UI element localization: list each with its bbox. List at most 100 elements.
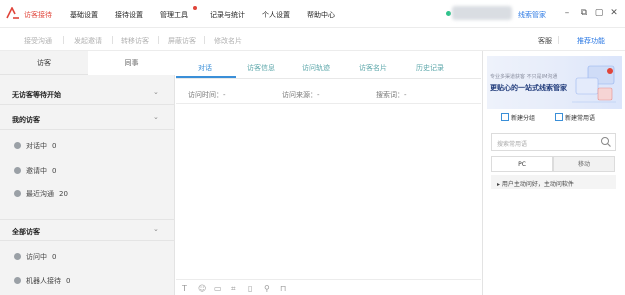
toolbar-divider [158,36,159,44]
image-icon[interactable]: ▭ [214,284,222,293]
chevron-down-icon[interactable]: ⌄ [153,88,163,98]
my-visitors-section-header[interactable]: 我的访客 ⌄ [0,108,175,130]
accept-conversation-button[interactable]: 接受沟通 [24,36,52,46]
all-visitors-section-header[interactable]: 全部访客 ⌄ [0,219,175,241]
visitor-row-inviting[interactable]: 邀请中 0 [14,166,56,178]
visitor-row-robot[interactable]: 机器人接待 0 [14,276,70,288]
recommended-features-link[interactable]: 推荐功能 [577,36,605,46]
new-group-label: 新建分组 [511,115,536,122]
device-tabs: PC 移动 [491,156,616,172]
row-count: 0 [52,253,57,261]
all-visitors-title: 全部访客 [12,228,40,236]
block-visitor-button[interactable]: 屏蔽访客 [168,36,196,46]
search-placeholder: 搜索常用语 [497,141,528,148]
row-count: 0 [52,167,57,175]
tab-mobile[interactable]: 移动 [553,156,615,172]
visitor-row-recent[interactable]: 最近沟通 20 [14,189,68,201]
tab-pc[interactable]: PC [491,156,553,172]
my-visitors-title: 我的访客 [12,116,40,124]
row-label: 机器人接待 [26,277,61,285]
online-status-dot [446,11,451,16]
nav-reception-settings[interactable]: 接待设置 [115,10,143,20]
new-group-button[interactable]: 新建分组 [501,113,535,122]
action-toolbar: 接受沟通 发起邀请 转移访客 屏蔽访客 修改名片 客服 推荐功能 [0,28,625,51]
row-label: 对话中 [26,142,47,150]
nav-basic-settings[interactable]: 基础设置 [70,10,98,20]
toolbar-divider [558,36,559,44]
tab-divider [176,78,481,79]
maximize-icon[interactable]: ▢ [593,7,605,19]
nav-help-center[interactable]: 帮助中心 [307,10,335,20]
tab-visitor-info[interactable]: 访客信息 [247,63,275,73]
nav-personal-settings[interactable]: 个人设置 [262,10,290,20]
banner-title: 更贴心的一站式线索管家 [490,84,567,92]
lead-manager-link[interactable]: 线索管家 [518,10,546,20]
row-count: 0 [66,277,71,285]
invite-status-icon [14,167,21,174]
add-phrase-icon [555,113,563,121]
chevron-down-icon[interactable]: ⌄ [153,113,163,123]
chat-status-icon [14,142,21,149]
send-invite-button[interactable]: 发起邀请 [74,36,102,46]
customer-service-button[interactable]: 客服 [538,36,552,46]
toolbar-divider [112,36,113,44]
row-label: 访问中 [26,253,47,261]
user-account-blurred[interactable] [452,6,512,20]
restore-icon[interactable]: ⧉ [578,7,590,19]
tab-dialogue[interactable]: 对话 [198,63,212,73]
notification-dot [193,6,197,10]
transfer-visitor-button[interactable]: 转移访客 [121,36,149,46]
tab-visit-track[interactable]: 访问轨迹 [302,63,330,73]
quick-reply-panel: 专业多渠道获客 不只是IM沟通 更贴心的一站式线索管家 新建分组 新建常用语 搜… [482,51,625,295]
location-icon[interactable]: ⚲ [264,284,270,293]
row-label: 最近沟通 [26,190,54,198]
row-label: 邀请中 [26,167,47,175]
filter-divider [176,103,481,104]
robot-status-icon [14,277,21,284]
close-icon[interactable]: ✕ [608,7,620,19]
top-nav-bar: 访客接待 基础设置 接待设置 管理工具 记录与统计 个人设置 帮助中心 线索管家… [0,0,625,28]
tab-visitor-card[interactable]: 访客名片 [359,63,387,73]
visit-source-filter: 访问来源：- [282,91,320,99]
visitor-row-in-chat[interactable]: 对话中 0 [14,141,56,153]
banner-illustration-icon [572,65,616,103]
waiting-section-title: 无访客等待开始 [12,91,61,99]
search-term-filter: 搜索词：- [376,91,407,99]
phrase-search-input[interactable]: 搜索常用语 [491,133,616,151]
nav-management-tools[interactable]: 管理工具 [160,10,188,20]
phrase-list-item[interactable]: ▸ 用户主动问好，主动问软件 [491,175,616,189]
edit-card-button[interactable]: 修改名片 [214,36,242,46]
visit-time-filter: 访问时间：- [188,91,226,99]
waiting-section-header[interactable]: 无访客等待开始 ⌄ [0,83,175,105]
row-count: 20 [59,190,68,198]
app-logo-icon [6,7,19,19]
visiting-status-icon [14,253,21,260]
promo-banner[interactable]: 专业多渠道获客 不只是IM沟通 更贴心的一站式线索管家 [487,56,622,109]
row-count: 0 [52,142,57,150]
chevron-down-icon[interactable]: ⌄ [153,225,163,235]
minimize-icon[interactable]: – [561,7,573,19]
text-format-icon[interactable]: T [182,284,187,293]
input-toolbar: T ☺ ▭ ⌗ ▯ ⚲ ⊓ [176,279,481,295]
new-phrase-label: 新建常用语 [565,115,596,122]
nav-records-statistics[interactable]: 记录与统计 [210,10,245,20]
lock-icon[interactable]: ⊓ [280,284,286,293]
tab-visitors[interactable]: 访客 [0,51,88,75]
emoji-icon[interactable]: ☺ [198,284,206,293]
toolbar-divider [204,36,205,44]
new-phrase-button[interactable]: 新建常用语 [555,113,595,122]
recent-status-icon [14,190,21,197]
search-icon[interactable] [600,136,612,148]
tab-colleagues[interactable]: 同事 [88,51,175,75]
file-icon[interactable]: ▯ [248,284,252,293]
nav-visitor-reception[interactable]: 访客接待 [24,10,52,20]
toolbar-divider [63,36,64,44]
tab-history[interactable]: 历史记录 [416,63,444,73]
add-group-icon [501,113,509,121]
visitor-sidebar: 访客 同事 无访客等待开始 ⌄ 我的访客 ⌄ 对话中 0 邀请中 0 最近沟通 20 … [0,51,175,295]
conversation-panel: 对话 访客信息 访问轨迹 访客名片 历史记录 访问时间：- 访问来源：- 搜索词… [176,51,481,295]
phrase-list-label: ▸ 用户主动问好，主动问软件 [497,181,574,188]
crop-icon[interactable]: ⌗ [231,284,236,294]
visitor-row-visiting[interactable]: 访问中 0 [14,252,56,264]
banner-subtitle: 专业多渠道获客 不只是IM沟通 [490,74,558,80]
